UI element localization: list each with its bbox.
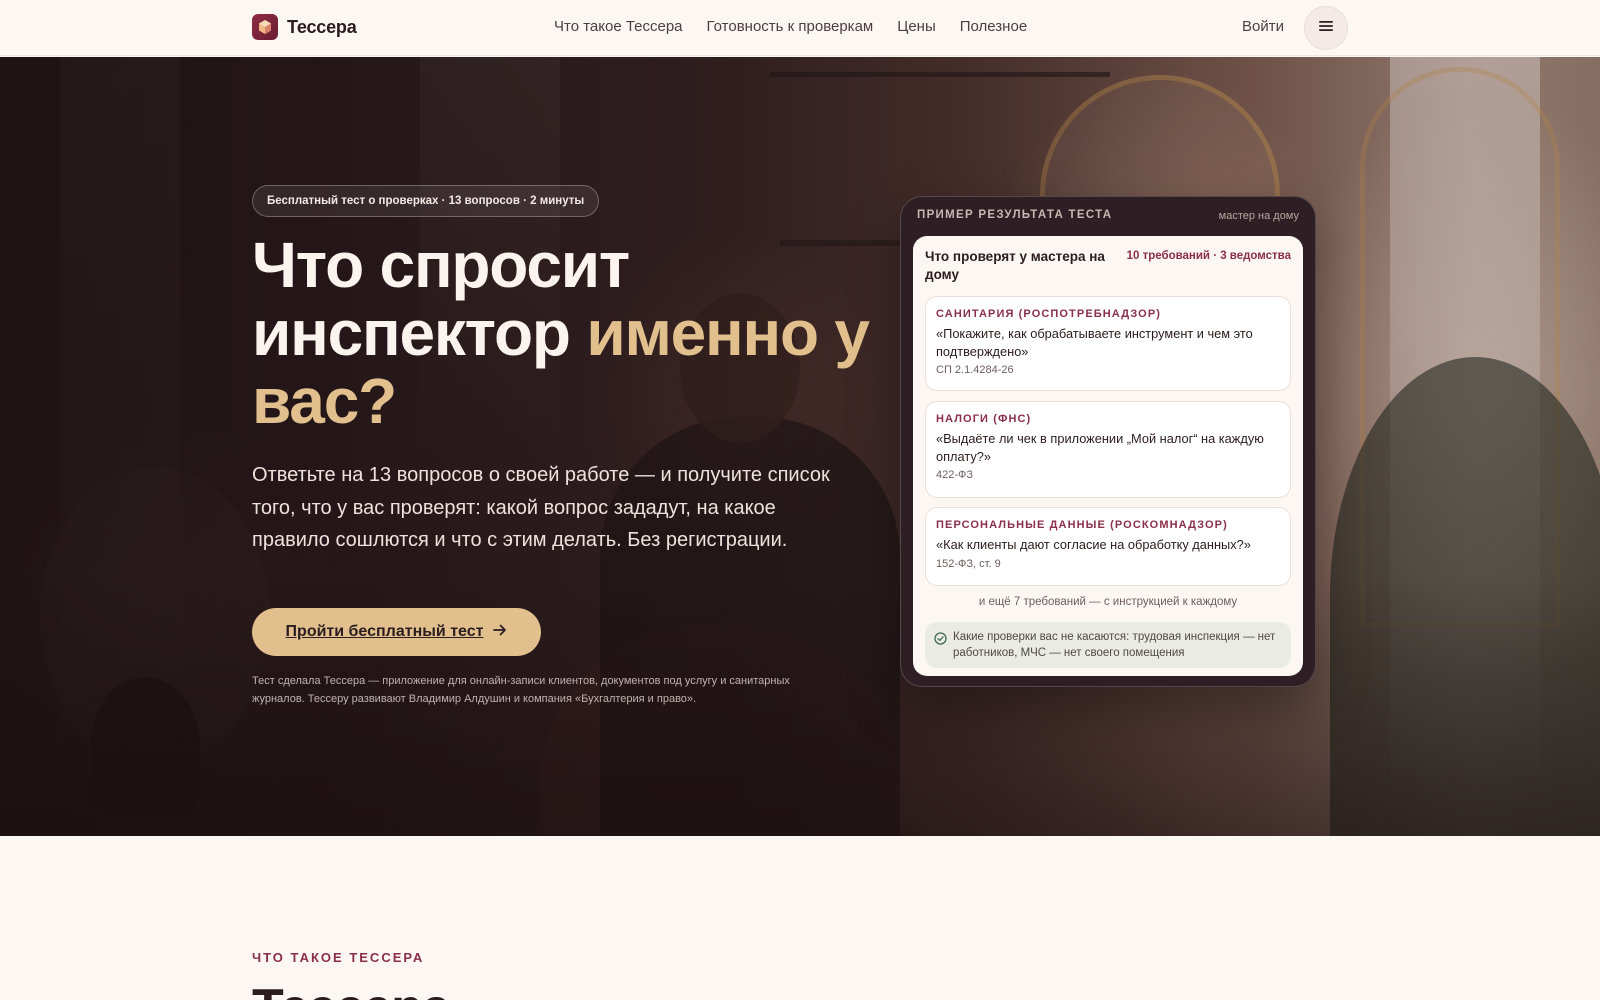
- requirement-item: Налоги (ФНС) «Выдаёте ли чек в приложени…: [925, 401, 1291, 498]
- requirement-question: «Выдаёте ли чек в приложении „Мой налог“…: [936, 431, 1264, 464]
- not-applicable-text: Какие проверки вас не касаются: трудовая…: [953, 631, 1276, 659]
- hero-headline: Что спросит инспектор именно у вас?: [252, 231, 892, 435]
- requirement-question: «Покажите, как обрабатываете инструмент …: [936, 326, 1253, 359]
- requirement-category: Персональные данные (Роскомнадзор): [936, 519, 1228, 531]
- example-result-card: Пример результата теста мастер на дому Ч…: [900, 196, 1316, 687]
- requirement-category: Налоги (ФНС): [936, 413, 1032, 425]
- requirement-law: СП 2.1.4284-26: [936, 364, 1014, 376]
- requirement-law: 152-ФЗ, ст. 9: [936, 557, 1001, 570]
- result-card-profile: мастер на дому: [1218, 210, 1299, 222]
- nav-link-useful[interactable]: Полезное: [960, 18, 1027, 35]
- brand-logo[interactable]: Тессера: [252, 14, 357, 40]
- result-card-body: Что проверят у мастера на дому 10 требов…: [913, 236, 1303, 676]
- start-test-button[interactable]: Пройти бесплатный тест: [252, 608, 541, 656]
- menu-button[interactable]: [1304, 6, 1348, 50]
- brand-name: Тессера: [287, 16, 357, 37]
- requirement-category: Санитария (Роспотребнадзор): [936, 308, 1162, 320]
- hero-section: Бесплатный тест о проверках · 13 вопросо…: [0, 57, 1600, 836]
- main-nav: Что такое Тессера Готовность к проверкам…: [554, 18, 1027, 35]
- nav-link-pricing[interactable]: Цены: [897, 18, 936, 35]
- requirement-item: Персональные данные (Роскомнадзор) «Как …: [925, 507, 1291, 586]
- requirement-item: Санитария (Роспотребнадзор) «Покажите, к…: [925, 296, 1291, 391]
- result-title: Что проверят у мастера на дому: [925, 249, 1105, 282]
- start-test-label: Пройти бесплатный тест: [285, 623, 484, 640]
- requirement-question: «Как клиенты дают согласие на обработку …: [936, 537, 1251, 552]
- site-header: Тессера Что такое Тессера Готовность к п…: [0, 0, 1600, 56]
- nav-link-readiness[interactable]: Готовность к проверкам: [707, 18, 874, 35]
- result-meta: 10 требований · 3 ведомства: [1126, 250, 1291, 262]
- section-title: Тессера: [252, 978, 451, 1000]
- result-card-label: Пример результата теста: [917, 209, 1113, 221]
- arrow-right-icon: [493, 623, 507, 641]
- hero-lead-text: Ответьте на 13 вопросов о своей работе —…: [252, 464, 830, 551]
- check-circle-icon: [934, 632, 947, 650]
- test-info-badge: Бесплатный тест о проверках · 13 вопросо…: [252, 185, 600, 217]
- not-applicable-note: Какие проверки вас не касаются: трудовая…: [925, 622, 1291, 668]
- hamburger-menu-icon: [1318, 19, 1334, 37]
- nav-link-about[interactable]: Что такое Тессера: [554, 18, 683, 35]
- headline-text: Что спросит инспектор: [252, 229, 630, 369]
- result-card-header: Пример результата теста мастер на дому: [917, 209, 1299, 229]
- section-eyebrow: ЧТО ТАКОЕ ТЕССЕРА: [252, 950, 425, 965]
- more-requirements-text: и ещё 7 требований — с инструкцией к каж…: [978, 596, 1238, 608]
- requirement-law: 422-ФЗ: [936, 469, 974, 481]
- hero-footnote: Тест сделала Тессера — приложение для он…: [252, 675, 790, 705]
- login-link[interactable]: Войти: [1242, 18, 1284, 35]
- logo-mark-icon: [252, 14, 278, 40]
